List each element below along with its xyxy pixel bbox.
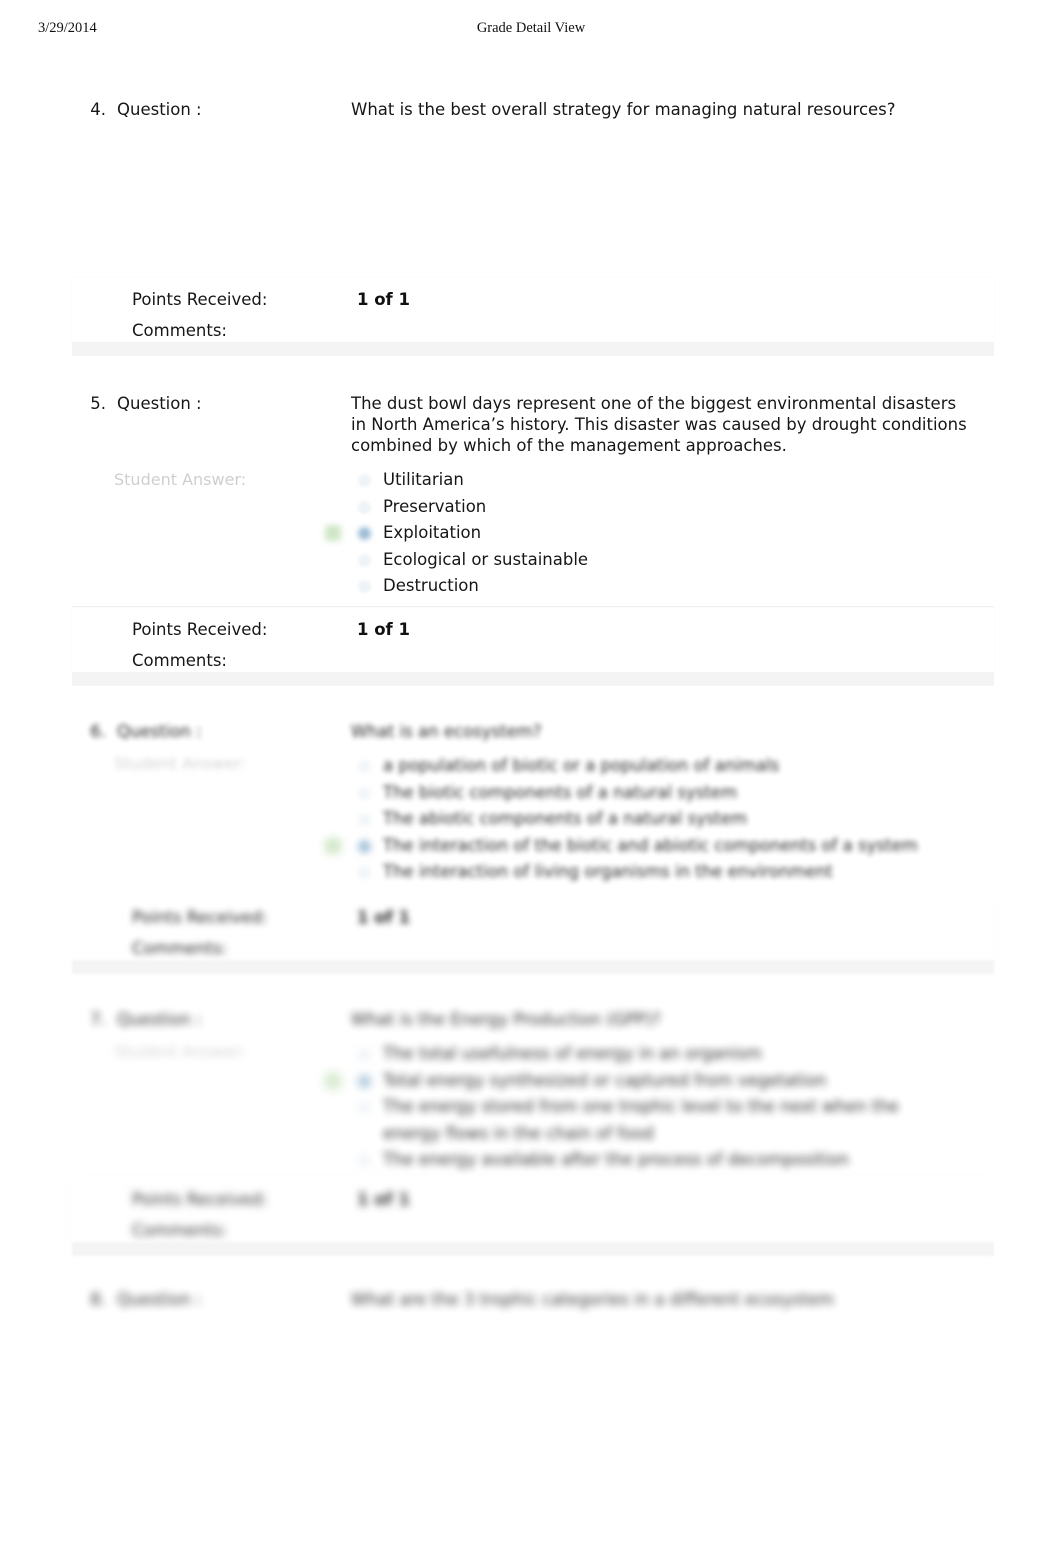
question-header-row: 7. Question : What is the Energy Product… xyxy=(0,1010,1062,1034)
question-number: 8. xyxy=(90,1290,106,1309)
student-answer-label: Student Answer: xyxy=(114,1042,247,1061)
comments-label: Comments: xyxy=(132,1221,227,1240)
question-header-row: 6. Question : What is an ecosystem? xyxy=(0,722,1062,746)
question-number: 5. xyxy=(90,394,106,413)
radio-icon[interactable] xyxy=(358,1154,371,1167)
question-label: Question : xyxy=(117,1010,202,1029)
comments-label: Comments: xyxy=(132,939,227,958)
student-answer-label: Student Answer: xyxy=(114,754,247,773)
radio-icon[interactable] xyxy=(358,866,371,879)
answer-option-label: Preservation xyxy=(383,496,487,516)
comments-label: Comments: xyxy=(132,651,227,670)
radio-icon[interactable] xyxy=(358,760,371,773)
question-text: What are the 3 trophic categories in a d… xyxy=(351,1290,835,1309)
question-block-6: 6. Question : What is an ecosystem? Stud… xyxy=(0,722,1062,881)
answer-option[interactable]: The energy stored from one trophic level… xyxy=(351,1094,971,1147)
answer-option[interactable]: The energy available after the process o… xyxy=(351,1147,971,1174)
radio-icon[interactable] xyxy=(358,1048,371,1061)
radio-icon[interactable] xyxy=(358,813,371,826)
answer-option[interactable]: The biotic components of a natural syste… xyxy=(351,780,971,807)
points-panel-5: Points Received: 1 of 1 Comments: xyxy=(72,608,994,672)
section-separator-band-4 xyxy=(72,342,994,356)
correct-check-icon xyxy=(325,1072,341,1089)
answer-option[interactable]: Preservation xyxy=(351,494,971,521)
question-label: Question : xyxy=(117,1290,202,1309)
comments-label: Comments: xyxy=(132,321,227,340)
answer-option-label: The total usefulness of energy in an org… xyxy=(383,1044,762,1063)
points-received-value: 1 of 1 xyxy=(357,290,410,309)
correct-check-icon xyxy=(325,525,341,541)
answer-option-selected[interactable]: The interaction of the biotic and abioti… xyxy=(325,833,971,860)
panel-divider xyxy=(72,606,994,607)
answer-option[interactable]: The total usefulness of energy in an org… xyxy=(351,1041,971,1068)
question-header-row: 4. Question : What is the best overall s… xyxy=(0,100,1062,124)
radio-icon[interactable] xyxy=(358,580,371,593)
points-received-value: 1 of 1 xyxy=(357,1190,410,1209)
print-header: 3/29/2014 Grade Detail View xyxy=(0,20,1062,40)
answer-option-label: The interaction of the biotic and abioti… xyxy=(383,835,918,855)
answer-option-label: The abiotic components of a natural syst… xyxy=(383,809,748,828)
answer-option-label: The energy available after the process o… xyxy=(383,1150,850,1169)
question-header-row: 5. Question : The dust bowl days represe… xyxy=(0,394,1062,464)
answer-option-label: Ecological or sustainable xyxy=(383,549,589,569)
answer-option-label: Utilitarian xyxy=(383,470,464,489)
question-label: Question : xyxy=(117,722,202,741)
points-panel-4: Points Received: 1 of 1 Comments: xyxy=(72,278,994,342)
page-title: Grade Detail View xyxy=(476,20,586,36)
student-answer-label: Student Answer: xyxy=(114,470,247,489)
points-panel-6: Points Received: 1 of 1 Comments: xyxy=(72,896,994,960)
radio-icon[interactable] xyxy=(358,474,371,487)
answer-option[interactable]: The abiotic components of a natural syst… xyxy=(351,806,971,833)
answer-option-selected[interactable]: Exploitation xyxy=(325,520,971,547)
radio-icon[interactable] xyxy=(358,500,371,514)
answer-option[interactable]: Destruction xyxy=(351,573,971,600)
answer-option-label: Destruction xyxy=(383,576,479,595)
question-header-row: 8. Question : What are the 3 trophic cat… xyxy=(0,1290,1062,1314)
section-separator-band-7 xyxy=(72,1242,994,1256)
answer-option-selected[interactable]: Total energy synthesized or captured fro… xyxy=(325,1068,971,1095)
question-block-4: 4. Question : What is the best overall s… xyxy=(0,100,1062,124)
question-block-5: 5. Question : The dust bowl days represe… xyxy=(0,394,1062,595)
answer-option[interactable]: Utilitarian xyxy=(351,467,971,494)
answer-option[interactable]: The interaction of living organisms in t… xyxy=(351,859,971,886)
answer-option-label: a population of biotic or a population o… xyxy=(383,756,780,775)
points-panel-7: Points Received: 1 of 1 Comments: xyxy=(72,1178,994,1242)
radio-icon[interactable] xyxy=(358,786,371,800)
section-separator-band-5 xyxy=(72,672,994,686)
question-block-7: 7. Question : What is the Energy Product… xyxy=(0,1010,1062,1169)
radio-icon-selected[interactable] xyxy=(358,1074,371,1088)
question-text: What is the Energy Production (GPP)? xyxy=(351,1010,661,1029)
section-separator-band-6 xyxy=(72,960,994,974)
points-received-value: 1 of 1 xyxy=(357,620,410,639)
answer-option[interactable]: Ecological or sustainable xyxy=(351,547,971,574)
question-number: 7. xyxy=(90,1010,106,1029)
answer-option-label: Total energy synthesized or captured fro… xyxy=(383,1070,827,1090)
answer-option-label: The biotic components of a natural syste… xyxy=(383,782,738,802)
answer-option[interactable]: a population of biotic or a population o… xyxy=(351,753,971,780)
answer-option-list: a population of biotic or a population o… xyxy=(325,753,971,886)
question-text: The dust bowl days represent one of the … xyxy=(351,394,967,455)
question-text: What is the best overall strategy for ma… xyxy=(351,100,896,119)
answer-option-list: Utilitarian Preservation Exploitation Ec… xyxy=(325,467,971,600)
correct-check-icon xyxy=(325,837,341,854)
points-received-label: Points Received: xyxy=(132,620,268,639)
question-block-8: 8. Question : What are the 3 trophic cat… xyxy=(0,1290,1062,1314)
answer-option-label: Exploitation xyxy=(383,523,482,542)
question-label: Question : xyxy=(117,394,202,413)
answer-option-label: The energy stored from one trophic level… xyxy=(383,1097,899,1143)
radio-icon[interactable] xyxy=(358,553,371,567)
points-received-label: Points Received: xyxy=(132,1190,268,1209)
question-label: Question : xyxy=(117,100,202,119)
question-number: 4. xyxy=(90,100,106,119)
answer-option-list: The total usefulness of energy in an org… xyxy=(325,1041,971,1174)
points-received-label: Points Received: xyxy=(132,290,268,309)
question-number: 6. xyxy=(90,722,106,741)
radio-icon[interactable] xyxy=(358,1101,371,1114)
points-received-value: 1 of 1 xyxy=(357,908,410,927)
question-text: What is an ecosystem? xyxy=(351,722,542,741)
radio-icon-selected[interactable] xyxy=(358,527,371,540)
radio-icon-selected[interactable] xyxy=(358,839,371,853)
points-received-label: Points Received: xyxy=(132,908,268,927)
answer-option-label: The interaction of living organisms in t… xyxy=(383,862,833,881)
